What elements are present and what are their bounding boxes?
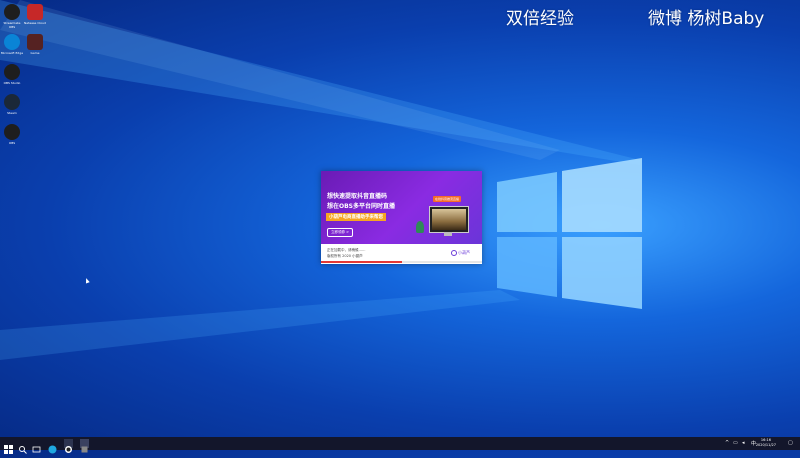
desktop-icon-5[interactable]: OBS Studio [0, 64, 24, 85]
progress-fill [321, 261, 402, 263]
desktop-icon-6[interactable]: Steam [0, 94, 24, 115]
edge-icon [4, 34, 20, 50]
monitor-image [429, 206, 469, 233]
obs-icon [4, 124, 20, 140]
search-icon[interactable] [18, 439, 27, 454]
mouse-cursor [84, 277, 90, 284]
loading-progress-bar [321, 261, 482, 263]
taskbar-clock[interactable]: 16:16 2020/11/27 [756, 438, 776, 448]
edge-icon[interactable] [48, 439, 57, 454]
network-icon[interactable]: ▭ [733, 440, 738, 446]
banner-badge: 小葫芦电商直播助手来帮您 [326, 213, 386, 221]
obs-taskbar-icon[interactable] [64, 439, 73, 453]
windows-logo [497, 158, 642, 309]
obs-icon [4, 4, 20, 20]
desktop-icon-4[interactable]: Game [23, 34, 47, 55]
tray-up-arrow-icon[interactable]: ^ [725, 440, 729, 446]
obs-icon [4, 64, 20, 80]
watermark-right: 微博 杨树Baby [648, 9, 765, 29]
desktop-icon-2[interactable]: Netease Cloud [23, 4, 47, 25]
gourd-icon [451, 250, 457, 256]
monitor-stand [444, 232, 452, 236]
windows-start-icon[interactable] [4, 439, 13, 454]
notification-icon[interactable]: ▢ [788, 440, 793, 446]
game-icon [27, 34, 43, 50]
desktop-icon-7[interactable]: OBS [0, 124, 24, 145]
active-app-icon[interactable] [80, 439, 89, 453]
desktop-icon-1[interactable]: Streamlabs OBS [0, 4, 24, 29]
steam-icon [4, 94, 20, 110]
loading-status: 正在加载中，请稍候…… [327, 248, 366, 252]
volume-icon[interactable]: ◂ [742, 440, 745, 446]
banner-line-2: 想在OBS多平台同时直播 [327, 203, 395, 210]
claim-coupon-button[interactable]: 立即领券 > [327, 228, 354, 237]
task-view-icon[interactable] [32, 439, 41, 453]
app-logo: 小葫芦 [451, 250, 470, 256]
clock-date: 2020/11/27 [755, 443, 776, 447]
banner-tag: 在线抖音推流直播 [433, 196, 462, 202]
watermark-left: 双倍经验 [506, 9, 574, 29]
ad-banner[interactable]: 想快速提取抖音直播码 想在OBS多平台同时直播 小葫芦电商直播助手来帮您 立即领… [321, 171, 482, 244]
taskbar: ^ ▭ ◂ 中 16:16 2020/11/27 ▢ [0, 437, 800, 454]
splash-window: 想快速提取抖音直播码 想在OBS多平台同时直播 小葫芦电商直播助手来帮您 立即领… [321, 171, 482, 264]
copyright-text: 版权所有 2020 小葫芦 [327, 254, 363, 258]
plant-image [416, 221, 424, 233]
desktop-icon-3[interactable]: Microsoft Edge [0, 34, 24, 55]
app-icon [27, 4, 43, 20]
banner-line-1: 想快速提取抖音直播码 [327, 193, 388, 200]
